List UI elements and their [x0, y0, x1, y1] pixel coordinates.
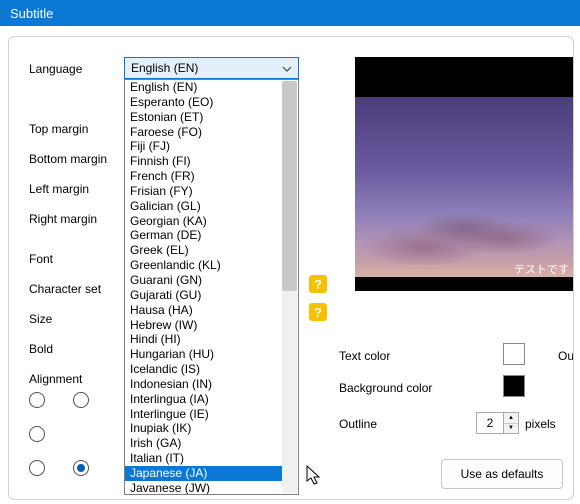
- spinner-up-icon[interactable]: ▲: [504, 413, 518, 424]
- language-option[interactable]: Frisian (FY): [125, 184, 282, 199]
- chevron-down-icon: [282, 64, 292, 74]
- language-option[interactable]: Esperanto (EO): [125, 95, 282, 110]
- label-left-margin: Left margin: [29, 182, 89, 196]
- alignment-radio-bot-center[interactable]: [73, 460, 89, 476]
- label-outline-truncated: Ou: [558, 349, 574, 363]
- help-icon[interactable]: ?: [309, 275, 327, 293]
- language-option[interactable]: Faroese (FO): [125, 125, 282, 140]
- label-charset: Character set: [29, 282, 101, 296]
- language-option[interactable]: Icelandic (IS): [125, 362, 282, 377]
- language-option[interactable]: Inupiak (IK): [125, 421, 282, 436]
- label-language: Language: [29, 62, 82, 76]
- label-top-margin: Top margin: [29, 122, 88, 136]
- language-dropdown[interactable]: English (EN)Esperanto (EO)Estonian (ET)F…: [124, 79, 299, 495]
- settings-panel: Language Top margin Bottom margin Left m…: [8, 36, 574, 500]
- label-text-color: Text color: [339, 349, 390, 363]
- label-alignment: Alignment: [29, 372, 82, 386]
- language-option[interactable]: Estonian (ET): [125, 110, 282, 125]
- language-option[interactable]: Javanese (JW): [125, 481, 282, 495]
- preview-subtitle-text: テストです: [514, 261, 569, 277]
- label-bold: Bold: [29, 342, 53, 356]
- subtitle-preview: テストです: [355, 57, 573, 291]
- alignment-radio-mid-left[interactable]: [29, 426, 45, 442]
- label-bottom-margin: Bottom margin: [29, 152, 107, 166]
- language-option[interactable]: Hausa (HA): [125, 303, 282, 318]
- alignment-radio-top-center[interactable]: [73, 392, 89, 408]
- use-as-defaults-button[interactable]: Use as defaults: [441, 459, 563, 489]
- language-option[interactable]: Italian (IT): [125, 451, 282, 466]
- language-option[interactable]: Greek (EL): [125, 243, 282, 258]
- language-option[interactable]: Gujarati (GU): [125, 288, 282, 303]
- text-color-swatch[interactable]: [503, 343, 525, 365]
- label-outline: Outline: [339, 417, 377, 431]
- language-current-value: English (EN): [131, 61, 198, 75]
- language-option[interactable]: English (EN): [125, 80, 282, 95]
- label-right-margin: Right margin: [29, 212, 97, 226]
- language-option[interactable]: French (FR): [125, 169, 282, 184]
- label-size: Size: [29, 312, 52, 326]
- language-option[interactable]: German (DE): [125, 228, 282, 243]
- dropdown-scrollbar-thumb[interactable]: [282, 81, 297, 291]
- language-option[interactable]: Interlingue (IE): [125, 407, 282, 422]
- window-titlebar: Subtitle: [0, 0, 580, 26]
- language-option[interactable]: Interlingua (IA): [125, 392, 282, 407]
- label-bg-color: Background color: [339, 381, 432, 395]
- mouse-cursor-icon: [306, 465, 324, 487]
- spinner-down-icon[interactable]: ▼: [504, 424, 518, 434]
- alignment-radio-top-left[interactable]: [29, 392, 45, 408]
- label-font: Font: [29, 252, 53, 266]
- outline-input[interactable]: [476, 412, 504, 434]
- language-option[interactable]: Guarani (GN): [125, 273, 282, 288]
- language-option[interactable]: Hebrew (IW): [125, 318, 282, 333]
- language-option[interactable]: Hungarian (HU): [125, 347, 282, 362]
- alignment-radio-bot-left[interactable]: [29, 460, 45, 476]
- language-combobox[interactable]: English (EN): [124, 57, 299, 79]
- language-option[interactable]: Fiji (FJ): [125, 139, 282, 154]
- language-option[interactable]: Galician (GL): [125, 199, 282, 214]
- window-title: Subtitle: [10, 6, 53, 21]
- label-pixels: pixels: [525, 417, 556, 431]
- help-icon[interactable]: ?: [309, 303, 327, 321]
- language-option[interactable]: Greenlandic (KL): [125, 258, 282, 273]
- language-option[interactable]: Irish (GA): [125, 436, 282, 451]
- alignment-radios: [29, 392, 89, 494]
- bg-color-swatch[interactable]: [503, 375, 525, 397]
- language-option[interactable]: Japanese (JA): [125, 466, 282, 481]
- language-option[interactable]: Georgian (KA): [125, 214, 282, 229]
- language-option[interactable]: Indonesian (IN): [125, 377, 282, 392]
- language-option[interactable]: Hindi (HI): [125, 332, 282, 347]
- outline-spinner[interactable]: ▲ ▼: [476, 412, 519, 434]
- language-option[interactable]: Finnish (FI): [125, 154, 282, 169]
